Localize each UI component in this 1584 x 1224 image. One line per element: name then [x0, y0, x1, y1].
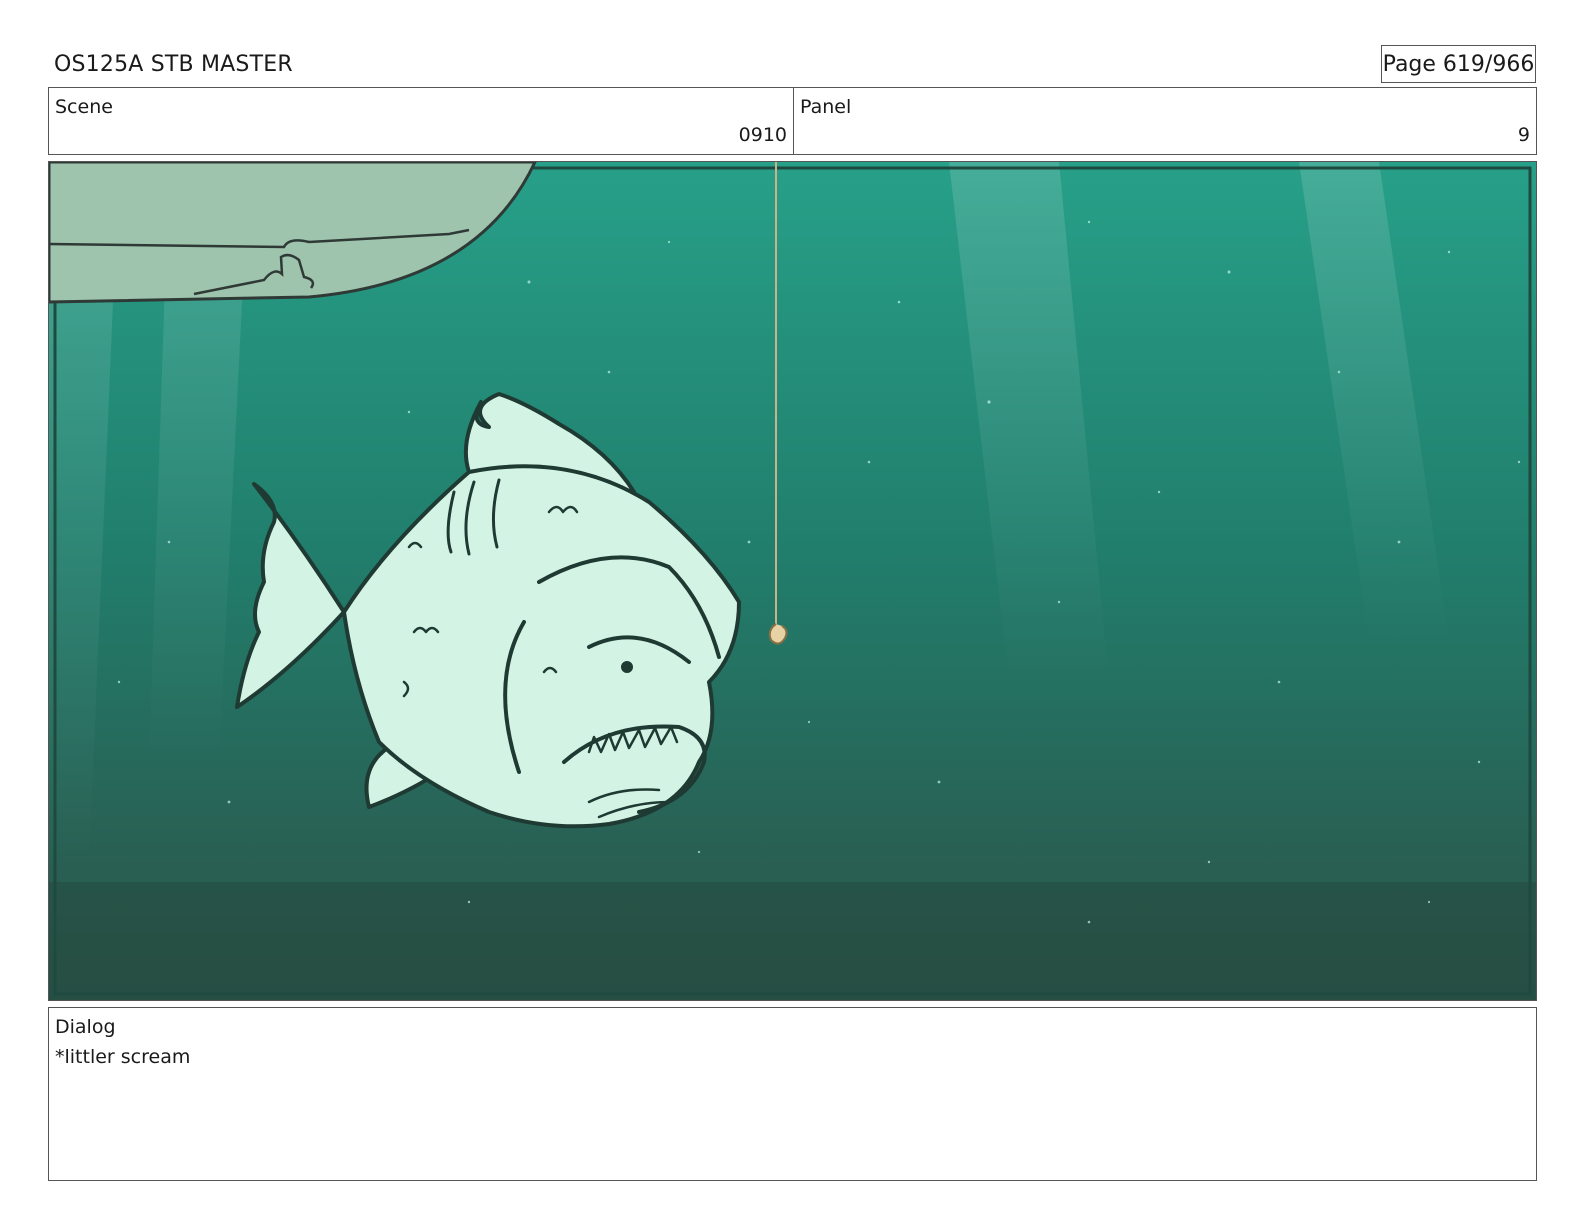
panel-cell: Panel 9 [794, 88, 1536, 154]
scene-cell: Scene 0910 [49, 88, 794, 154]
dialog-box: Dialog *littler scream [48, 1007, 1537, 1181]
dialog-label: Dialog [55, 1016, 116, 1038]
panel-number: 9 [1517, 124, 1530, 146]
dialog-text: *littler scream [55, 1046, 191, 1068]
document-title: OS125A STB MASTER [54, 52, 293, 77]
scene-number: 0910 [738, 124, 787, 146]
panel-label: Panel [800, 96, 852, 118]
storyboard-frame [48, 161, 1537, 1001]
scene-label: Scene [55, 96, 113, 118]
page-number: Page 619/966 [1381, 45, 1536, 83]
underwater-scene-artwork [49, 162, 1536, 1000]
scene-panel-row: Scene 0910 Panel 9 [48, 87, 1537, 155]
seabed-shadow [49, 882, 1536, 1000]
fish-eye [621, 661, 633, 673]
